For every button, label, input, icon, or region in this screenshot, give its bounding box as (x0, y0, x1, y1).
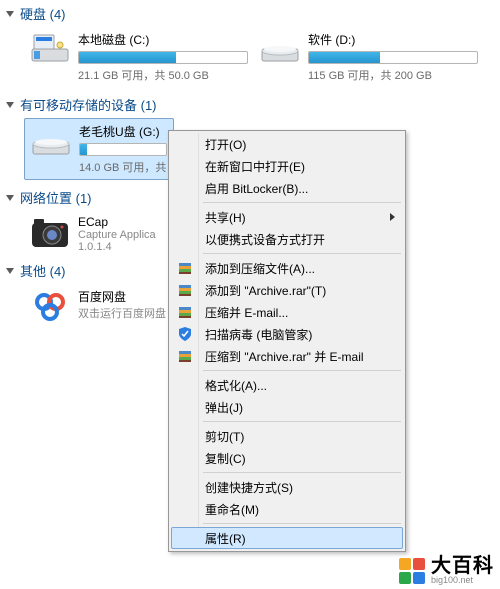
menu-item[interactable]: 重命名(M) (171, 498, 403, 520)
section-header-removable[interactable]: 有可移动存储的设备 (1) (0, 91, 500, 118)
rar-icon (176, 347, 194, 365)
app-version: 1.0.1.4 (78, 241, 156, 253)
hdd-icon (260, 31, 300, 65)
hdd-icon (30, 31, 70, 65)
menu-item-label: 压缩到 "Archive.rar" 并 E-mail (205, 348, 364, 365)
menu-item[interactable]: 以便携式设备方式打开 (171, 228, 403, 250)
drive-stats: 14.0 GB 可用，共 (79, 159, 167, 175)
menu-item[interactable]: 剪切(T) (171, 425, 403, 447)
baidu-cloud-icon (30, 288, 70, 324)
watermark-text: 大百科 (431, 556, 494, 576)
menu-item-label: 打开(O) (205, 136, 246, 153)
menu-item-label: 属性(R) (205, 530, 246, 547)
capacity-bar (78, 51, 248, 64)
menu-item-label: 在新窗口中打开(E) (205, 158, 305, 175)
menu-item[interactable]: 共享(H) (171, 206, 403, 228)
drive-name: 老毛桃U盘 (G:) (79, 123, 167, 140)
menu-item[interactable]: 弹出(J) (171, 396, 403, 418)
section-title: 硬盘 (4) (20, 4, 66, 23)
collapse-arrow-icon (6, 11, 14, 17)
menu-separator (203, 370, 401, 371)
context-menu: 打开(O) 在新窗口中打开(E) 启用 BitLocker(B)... 共享(H) 以便… (168, 130, 406, 552)
menu-item[interactable]: 在新窗口中打开(E) (171, 155, 403, 177)
shield-icon (176, 325, 194, 343)
drive-stats: 21.1 GB 可用，共 50.0 GB (78, 67, 248, 83)
app-name: 百度网盘 (78, 288, 166, 305)
menu-item-label: 剪切(T) (205, 428, 244, 445)
menu-item-label: 重命名(M) (205, 501, 259, 518)
capacity-bar (79, 143, 167, 156)
menu-item-label: 启用 BitLocker(B)... (205, 180, 308, 197)
collapse-arrow-icon (6, 195, 14, 201)
menu-item-label: 弹出(J) (205, 399, 243, 416)
watermark: 大百科 big100.net (399, 556, 494, 585)
usb-drive-icon (31, 123, 71, 157)
section-title: 其他 (4) (20, 261, 66, 280)
menu-separator (203, 202, 401, 203)
rar-icon (176, 281, 194, 299)
menu-separator (203, 253, 401, 254)
menu-item[interactable]: 启用 BitLocker(B)... (171, 177, 403, 199)
section-header-hdd[interactable]: 硬盘 (4) (0, 0, 500, 27)
menu-separator (203, 523, 401, 524)
menu-item-label: 格式化(A)... (205, 377, 267, 394)
menu-item[interactable]: 复制(C) (171, 447, 403, 469)
collapse-arrow-icon (6, 102, 14, 108)
app-description: 双击运行百度网盘 (78, 305, 166, 321)
rar-icon (176, 259, 194, 277)
menu-item-label: 添加到压缩文件(A)... (205, 260, 315, 277)
drive-c[interactable]: 本地磁盘 (C:) 21.1 GB 可用，共 50.0 GB (24, 27, 254, 87)
menu-item-label: 扫描病毒 (电脑管家) (205, 326, 312, 343)
menu-item[interactable]: 压缩并 E-mail... (171, 301, 403, 323)
menu-item-label: 添加到 "Archive.rar"(T) (205, 282, 326, 299)
drive-name: 软件 (D:) (308, 31, 478, 48)
drive-d[interactable]: 软件 (D:) 115 GB 可用，共 200 GB (254, 27, 484, 87)
menu-item[interactable]: 创建快捷方式(S) (171, 476, 403, 498)
submenu-arrow-icon (390, 213, 395, 221)
menu-item-label: 以便携式设备方式打开 (205, 231, 325, 248)
menu-item-label: 共享(H) (205, 209, 246, 226)
menu-item[interactable]: 添加到 "Archive.rar"(T) (171, 279, 403, 301)
menu-item[interactable]: 打开(O) (171, 133, 403, 155)
drive-stats: 115 GB 可用，共 200 GB (308, 67, 478, 83)
collapse-arrow-icon (6, 268, 14, 274)
drive-g-usb[interactable]: 老毛桃U盘 (G:) 14.0 GB 可用，共 (24, 118, 174, 180)
menu-separator (203, 421, 401, 422)
menu-item-label: 创建快捷方式(S) (205, 479, 293, 496)
menu-item[interactable]: 添加到压缩文件(A)... (171, 257, 403, 279)
section-title: 网络位置 (1) (20, 188, 92, 207)
section-title: 有可移动存储的设备 (1) (20, 95, 157, 114)
app-description: Capture Applica (78, 229, 156, 241)
watermark-logo-icon (399, 558, 425, 584)
menu-item[interactable]: 扫描病毒 (电脑管家) (171, 323, 403, 345)
menu-item[interactable]: 属性(R) (171, 527, 403, 549)
menu-item-label: 复制(C) (205, 450, 246, 467)
watermark-url: big100.net (431, 576, 494, 585)
menu-item-label: 压缩并 E-mail... (205, 304, 288, 321)
menu-item[interactable]: 压缩到 "Archive.rar" 并 E-mail (171, 345, 403, 367)
camera-icon (30, 215, 70, 251)
menu-item[interactable]: 格式化(A)... (171, 374, 403, 396)
app-name: ECap (78, 215, 156, 229)
drive-name: 本地磁盘 (C:) (78, 31, 248, 48)
capacity-bar (308, 51, 478, 64)
rar-icon (176, 303, 194, 321)
menu-separator (203, 472, 401, 473)
